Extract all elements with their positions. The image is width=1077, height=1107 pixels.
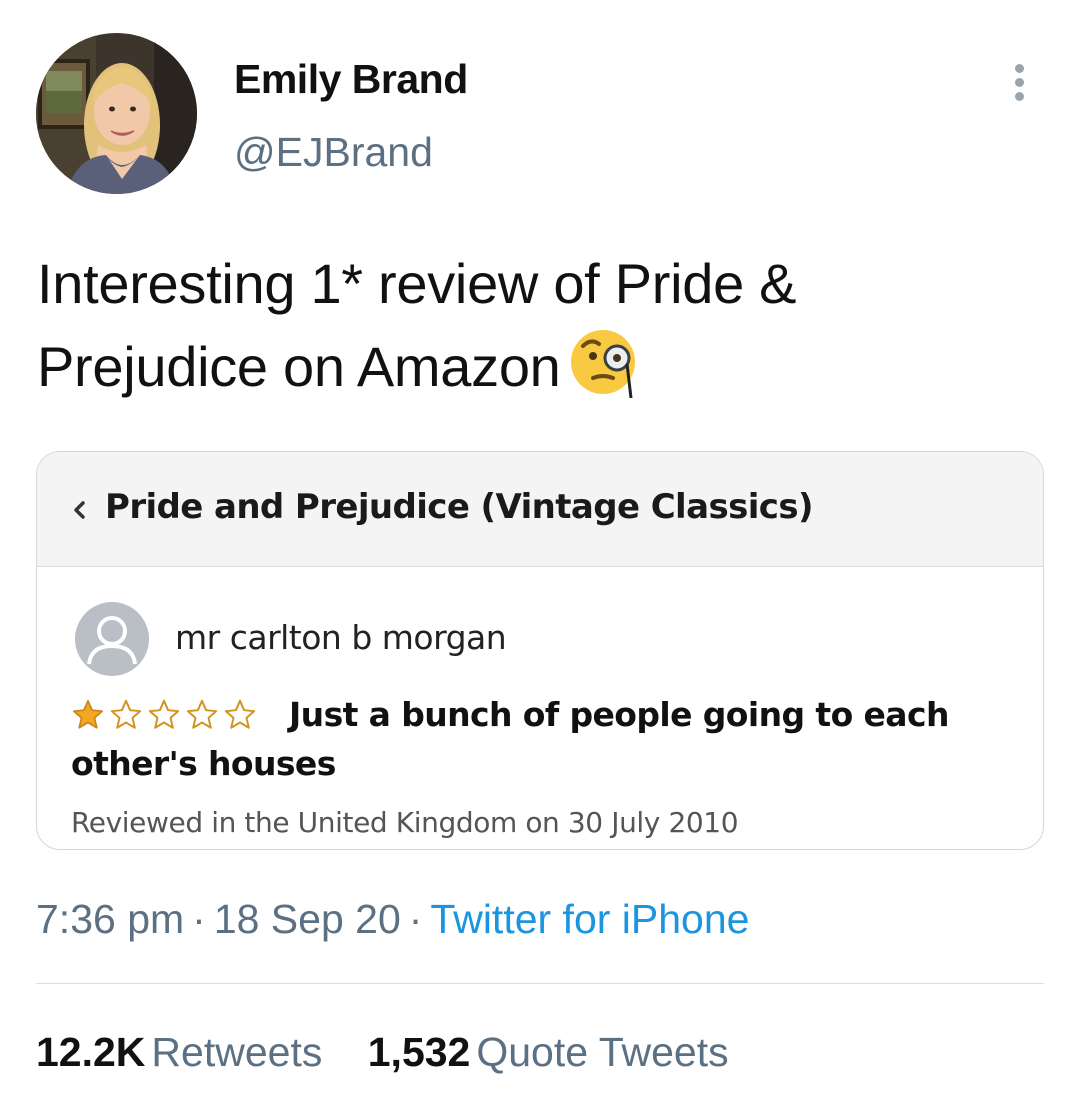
review-title: Just a bunch of people going to each oth…	[71, 695, 949, 783]
more-options-button[interactable]	[1003, 58, 1037, 106]
retweets-count: 12.2K	[36, 1029, 146, 1075]
face-with-monocle-icon	[569, 324, 641, 421]
quote-tweets-stat[interactable]: 1,532 Quote Tweets	[368, 1026, 729, 1078]
tweet-time[interactable]: 7:36 pm	[36, 896, 184, 942]
author-handle[interactable]: @EJBrand	[234, 128, 433, 176]
embedded-image-card[interactable]: Pride and Prejudice (Vintage Classics) m…	[36, 451, 1044, 850]
retweets-stat[interactable]: 12.2K Retweets	[36, 1026, 322, 1078]
author-display-name[interactable]: Emily Brand	[234, 55, 468, 103]
more-dot-icon	[1015, 92, 1024, 101]
reviewer-avatar-icon	[75, 602, 149, 676]
more-dot-icon	[1015, 64, 1024, 73]
tweet-text: Interesting 1* review of Pride & Prejudi…	[37, 244, 1027, 421]
more-dot-icon	[1015, 78, 1024, 87]
separator-dot: ·	[192, 896, 206, 942]
divider	[36, 983, 1044, 984]
retweets-label: Retweets	[151, 1029, 323, 1075]
product-title: Pride and Prejudice (Vintage Classics)	[105, 487, 814, 527]
reviewer-name: mr carlton b morgan	[175, 618, 507, 657]
card-header: Pride and Prejudice (Vintage Classics)	[37, 452, 1043, 567]
chevron-left-icon[interactable]	[71, 500, 89, 520]
tweet-stats: 12.2K Retweets 1,532 Quote Tweets	[36, 1026, 763, 1078]
quote-tweets-count: 1,532	[367, 1029, 471, 1075]
review-meta: Reviewed in the United Kingdom on 30 Jul…	[71, 806, 739, 839]
separator-dot: ·	[408, 896, 423, 942]
tweet-meta: 7:36 pm · 18 Sep 20 · Twitter for iPhone	[36, 893, 749, 945]
tweet-source-link[interactable]: Twitter for iPhone	[430, 896, 749, 942]
author-avatar[interactable]	[36, 33, 197, 194]
tweet-date[interactable]: 18 Sep 20	[214, 896, 401, 942]
author-photo	[36, 33, 197, 194]
quote-tweets-label: Quote Tweets	[476, 1029, 729, 1075]
tweet-text-content: Interesting 1* review of Pride & Prejudi…	[37, 252, 797, 398]
